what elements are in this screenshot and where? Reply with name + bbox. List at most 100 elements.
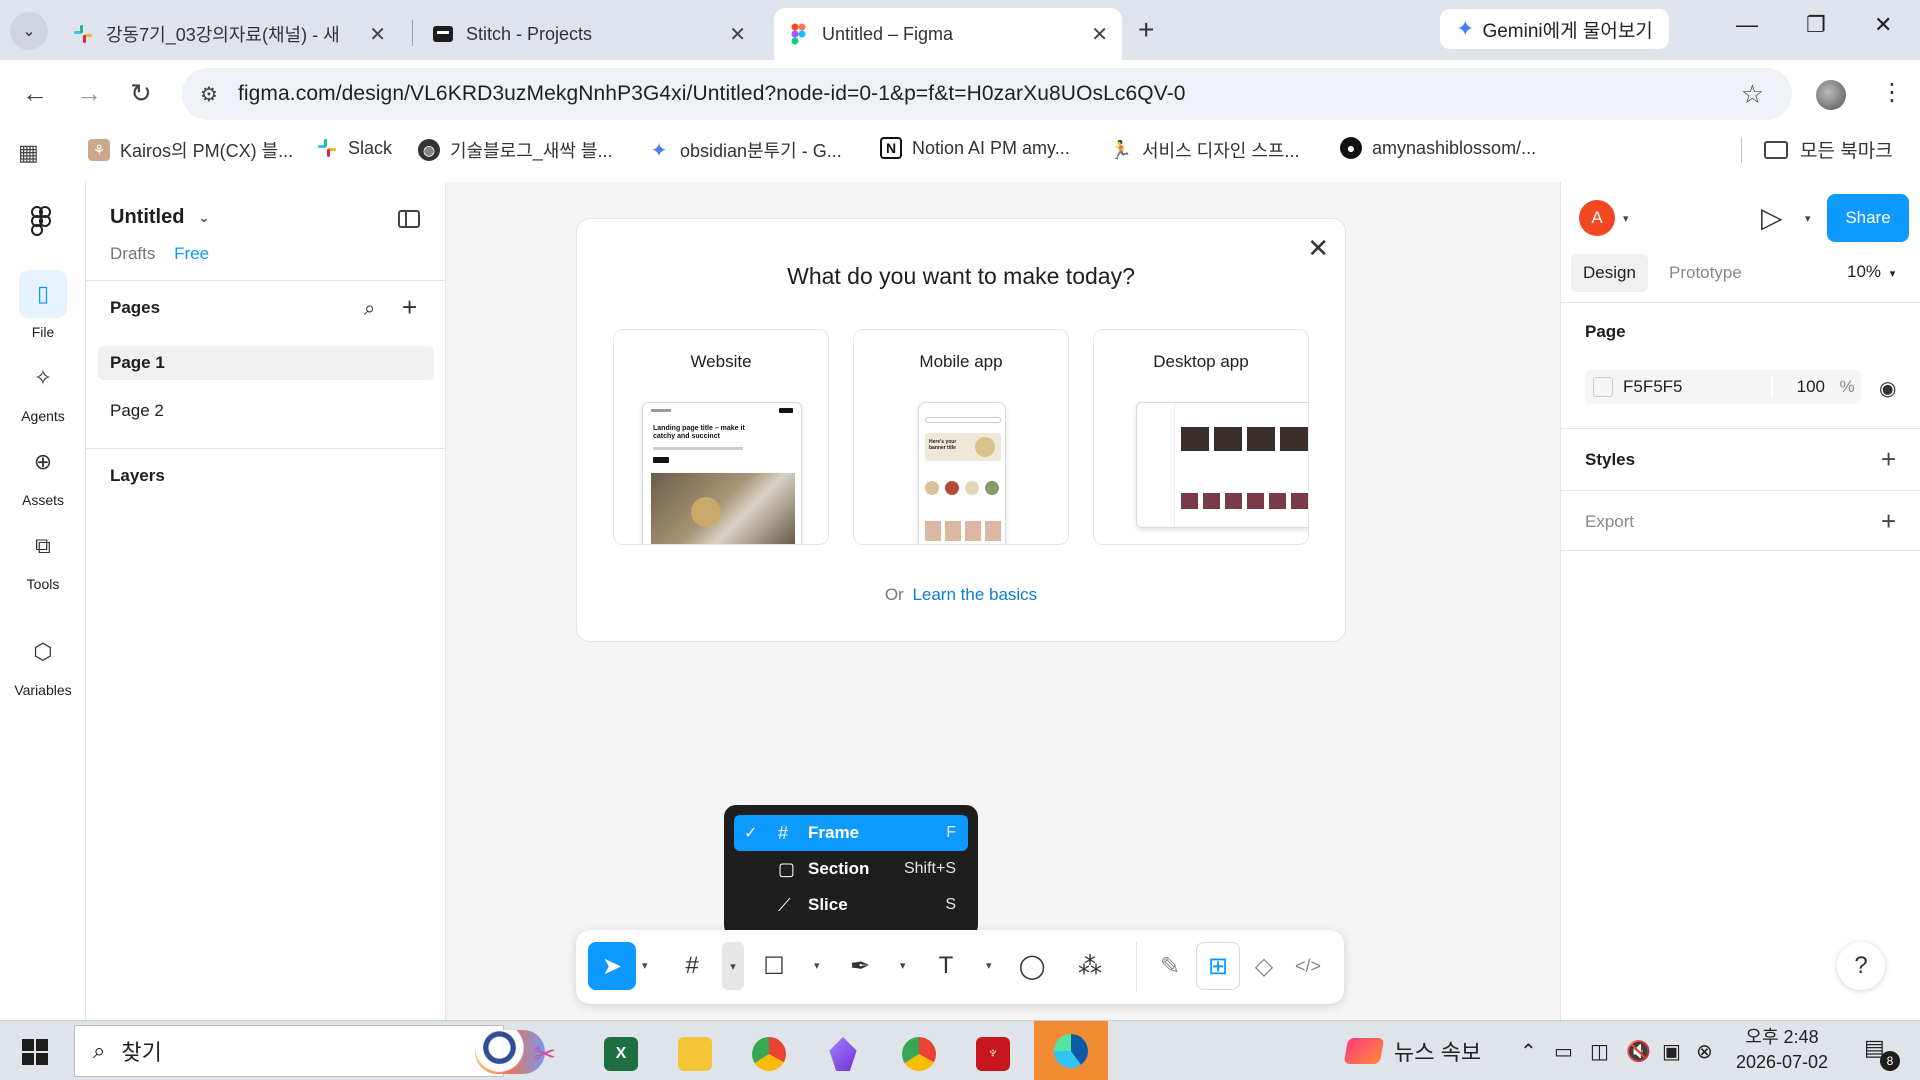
menu-item-frame[interactable]: ✓ # Frame F [734,815,968,851]
draw-mode-button[interactable]: ✎ [1148,942,1192,990]
add-style-icon[interactable]: + [1881,446,1896,472]
minimize-button[interactable]: — [1736,12,1758,38]
back-button[interactable]: ← [22,78,48,109]
zoom-dropdown[interactable]: 10% ▾ [1847,262,1895,282]
chevron-down-icon[interactable]: ▾ [814,959,820,972]
reload-button[interactable]: ↻ [130,78,152,109]
text-tool-button[interactable]: T [922,942,970,990]
plan-badge[interactable]: Free [174,244,209,263]
battery-icon[interactable]: ▭ [1554,1039,1573,1064]
taskbar-search-box[interactable]: ⌕ 찾기 [74,1025,545,1077]
bookmark-github[interactable]: ● amynashiblossom/... [1340,137,1536,159]
status-error-icon[interactable]: ⊗ [1696,1039,1713,1064]
shape-tool-button[interactable]: ☐ [750,942,798,990]
volume-muted-icon[interactable]: 🔇 [1626,1039,1651,1064]
color-swatch[interactable] [1593,377,1613,397]
rail-item-tools[interactable]: ⧉ Tools [0,522,86,592]
all-bookmarks-folder[interactable]: 모든 북마크 [1764,136,1893,163]
taskbar-app-snipping[interactable]: ✂ [514,1029,576,1079]
opacity-value[interactable]: 100 [1771,377,1833,397]
address-bar[interactable]: ⚙ figma.com/design/VL6KRD3uzMekgNnhP3G4x… [182,68,1792,120]
tab-design[interactable]: Design [1571,254,1648,292]
tab-search-button[interactable]: ⌄ [10,12,48,50]
buzz-mode-button[interactable]: ◇ [1242,942,1286,990]
menu-item-slice[interactable]: ⟋ Slice S [734,887,968,923]
file-name-button[interactable]: Untitled ⌄ [110,206,209,229]
taskbar-clock[interactable]: 오후 2:48 2026-07-02 [1724,1025,1840,1075]
page-item-2[interactable]: Page 2 [98,394,434,428]
eye-icon[interactable]: ◉ [1879,376,1896,401]
taskbar-app-excel[interactable]: X [590,1029,652,1079]
help-button[interactable]: ? [1837,942,1885,990]
page-item-1[interactable]: Page 1 [98,346,434,380]
rail-item-assets[interactable]: ⊕ Assets [0,438,86,508]
page-background-field[interactable]: F5F5F5 100 % [1585,370,1861,404]
news-widget[interactable]: 뉴스 속보 [1343,1035,1481,1067]
tray-overflow-icon[interactable]: ⌃ [1520,1039,1537,1064]
comment-tool-button[interactable]: ◯ [1008,942,1056,990]
actions-tool-button[interactable]: ⁂ [1066,942,1114,990]
add-export-icon[interactable]: + [1881,508,1896,534]
tab-prototype[interactable]: Prototype [1657,254,1754,292]
share-button[interactable]: Share [1827,194,1909,242]
bookmark-service-design[interactable]: 🏃 서비스 디자인 스프... [1110,137,1300,163]
taskbar-app-obsidian[interactable] [812,1029,874,1079]
figma-menu-button[interactable] [30,206,52,243]
chevron-down-icon[interactable]: ▾ [986,959,992,972]
rail-item-agents[interactable]: ✧ Agents [0,354,86,424]
forward-button[interactable]: → [76,78,102,109]
present-button[interactable]: ▷ [1761,202,1783,234]
menu-item-section[interactable]: ▢ Section Shift+S [734,851,968,887]
bookmark-slack[interactable]: Slack [316,137,392,159]
bookmark-notion[interactable]: N Notion AI PM amy... [880,137,1070,159]
search-icon[interactable]: ⌕ [364,298,375,321]
sidebar-toggle-icon[interactable] [398,210,420,228]
rail-item-variables[interactable]: ⬡ Variables [0,628,86,698]
hex-value[interactable]: F5F5F5 [1623,377,1771,397]
tab-stitch[interactable]: Stitch - Projects ✕ [418,8,760,60]
template-card-mobile[interactable]: Mobile app Here's your banner title [853,329,1069,545]
pen-tool-button[interactable]: ✒ [836,942,884,990]
template-card-desktop[interactable]: Desktop app [1093,329,1309,545]
bookmark-star-icon[interactable]: ☆ [1741,79,1764,110]
dev-mode-button[interactable]: </> [1286,942,1330,990]
close-icon[interactable]: ✕ [369,22,386,47]
figma-canvas[interactable]: ✕ What do you want to make today? Websit… [446,182,1560,1020]
chevron-down-icon[interactable]: ▾ [722,942,744,990]
drafts-link[interactable]: Drafts [110,244,155,263]
apps-grid-icon[interactable]: ▦ [18,140,39,166]
browser-menu-button[interactable]: ⋮ [1880,78,1904,107]
frame-tool-button[interactable]: # [668,942,716,990]
windows-start-button[interactable] [22,1039,48,1065]
chevron-down-icon[interactable]: ▾ [642,959,648,972]
taskbar-app-chrome-profile[interactable] [888,1029,950,1079]
bookmark-kairos[interactable]: ⚘ Kairos의 PM(CX) 블... [88,137,293,163]
move-tool-button[interactable]: ➤ [588,942,636,990]
close-icon[interactable]: ✕ [1307,235,1329,261]
restore-button[interactable]: ❐ [1806,12,1826,38]
new-tab-button[interactable]: + [1138,14,1154,46]
camera-icon[interactable]: ◫ [1590,1039,1609,1064]
gemini-ask-button[interactable]: ✦ Gemini에게 물어보기 [1440,9,1669,49]
taskbar-app-chrome[interactable] [738,1029,800,1079]
tab-figma[interactable]: Untitled – Figma ✕ [774,8,1122,60]
avatar[interactable]: A [1579,200,1615,236]
rail-item-file[interactable]: ▯ File [0,270,86,340]
bookmark-obsidian[interactable]: ✦ obsidian분투기 - G... [648,137,842,163]
design-mode-button[interactable]: ⊞ [1196,942,1240,990]
learn-basics-link[interactable]: Learn the basics [912,585,1037,604]
close-icon[interactable]: ✕ [729,22,746,47]
taskbar-app-edge[interactable] [1034,1021,1108,1080]
taskbar-app-explorer[interactable] [664,1029,726,1079]
taskbar-app-acrobat[interactable]: ♆ [962,1029,1024,1079]
chevron-down-icon[interactable]: ▾ [1623,212,1629,225]
network-icon[interactable]: ▣ [1662,1039,1681,1064]
tab-slack[interactable]: 강동7기_03강의자료(채널) - 새 ✕ [58,8,400,60]
template-card-website[interactable]: Website Landing page title – make it cat… [613,329,829,545]
browser-profile-avatar[interactable] [1816,80,1846,110]
site-settings-icon[interactable]: ⚙ [200,82,218,107]
chevron-down-icon[interactable]: ▾ [1805,212,1811,225]
close-window-button[interactable]: ✕ [1874,12,1892,38]
chevron-down-icon[interactable]: ▾ [900,959,906,972]
add-page-icon[interactable]: + [402,292,417,323]
